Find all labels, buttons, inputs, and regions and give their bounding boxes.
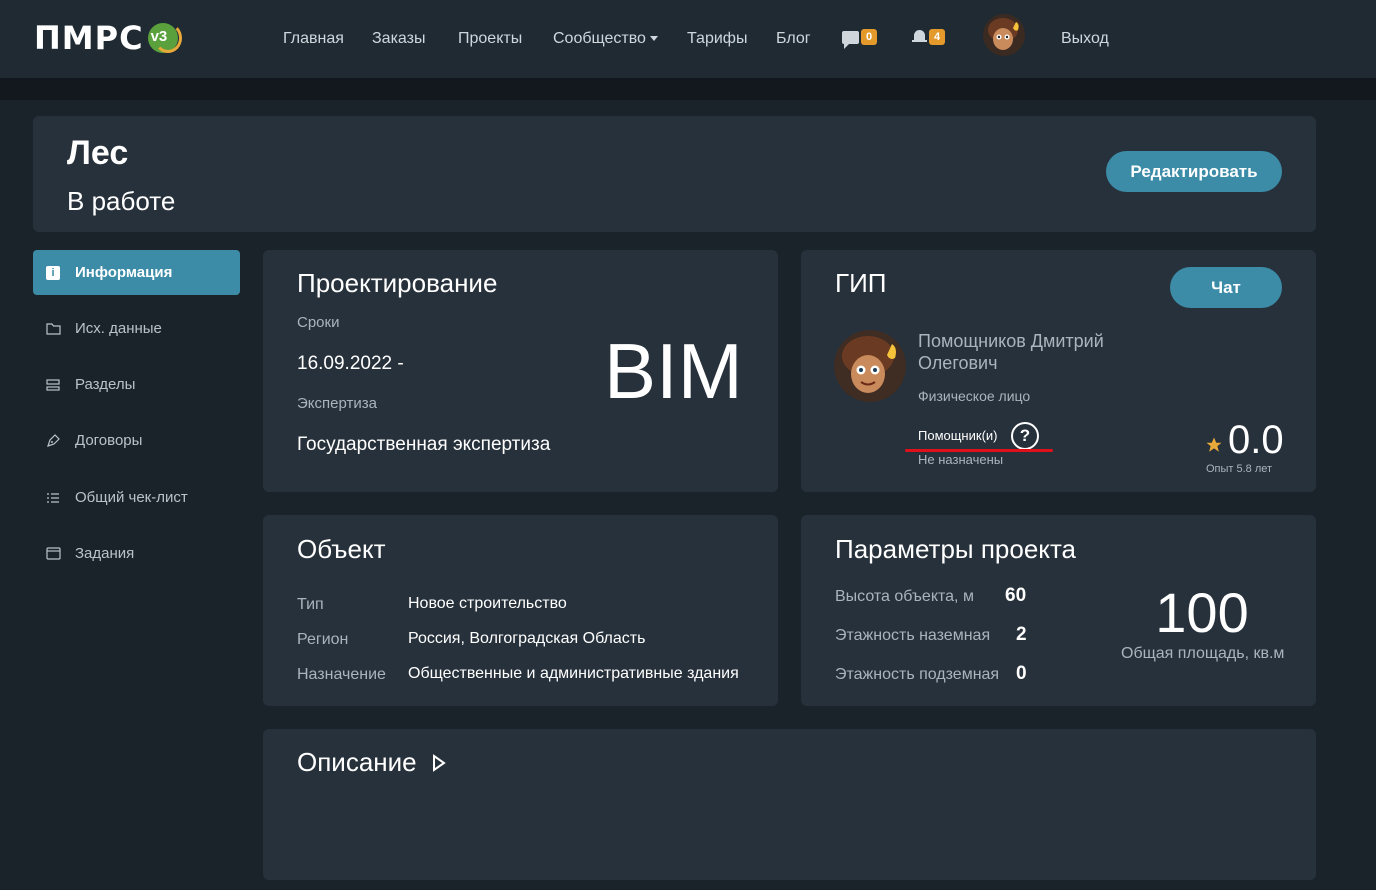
project-status: В работе [67,186,176,216]
bell-icon [912,29,927,45]
object-region-label: Регион [297,631,349,648]
sidebar-item-contracts[interactable]: Договоры [33,418,240,463]
height-value: 60 [1005,585,1027,606]
nav-projects[interactable]: Проекты [458,30,522,48]
user-avatar[interactable] [983,14,1025,56]
chat-button[interactable]: Чат [1170,267,1282,308]
description-heading: Описание [297,747,417,777]
params-heading: Параметры проекта [835,534,1077,564]
logout-link[interactable]: Выход [1061,30,1109,48]
messages-count-badge: 0 [861,29,878,45]
deadline-label: Сроки [297,314,340,331]
assistants-value: Не назначены [918,452,1004,467]
edit-button[interactable]: Редактировать [1106,151,1282,192]
nav-tariffs[interactable]: Тарифы [687,30,747,48]
chat-icon [842,30,859,49]
object-type-label: Тип [297,596,324,613]
gip-person-type: Физическое лицо [918,388,1031,404]
floors-below-value: 0 [1016,663,1027,684]
star-icon [1205,436,1223,459]
object-heading: Объект [297,534,386,564]
gip-name-line1: Помощников Дмитрий [918,331,1104,351]
gip-rating: 0.0 [1228,418,1284,462]
play-icon[interactable] [432,754,446,777]
tasks-icon [45,546,61,562]
sidebar-item-label: Задания [75,545,135,562]
sidebar-item-label: Разделы [75,376,136,393]
sidebar-item-checklist[interactable]: Общий чек-лист [33,475,240,520]
deadline-value: 16.09.2022 - [297,353,404,374]
project-title: Лес [67,134,129,172]
expertise-label: Экспертиза [297,395,377,412]
floors-above-value: 2 [1016,624,1027,645]
object-region-value: Россия, Волгоградская Область [408,630,646,647]
site-logo[interactable]: ПМРС v3 [34,22,182,54]
pen-icon [45,433,61,449]
sidebar-item-tasks[interactable]: Задания [33,531,240,576]
logo-version-badge: v3 [147,23,182,53]
sidebar-item-source-data[interactable]: Исх. данные [33,306,240,351]
gip-name-line2: Олегович [918,353,998,373]
logo-text: ПМРС [34,19,144,57]
floors-above-label: Этажность наземная [835,627,991,644]
area-label: Общая площадь, кв.м [1121,645,1285,662]
design-heading: Проектирование [297,268,498,298]
nav-orders[interactable]: Заказы [372,30,425,48]
object-type-value: Новое строительство [408,595,567,612]
description-panel [263,729,1316,880]
nav-community-dropdown[interactable]: Сообщество [553,30,658,48]
area-value: 100 [1155,581,1249,644]
notifications-count-badge: 4 [929,29,946,45]
sub-navbar [0,78,1376,100]
nav-home[interactable]: Главная [283,30,344,48]
gip-avatar[interactable] [834,330,906,402]
chevron-down-icon [649,36,658,42]
notifications-button[interactable]: 4 [912,29,946,45]
sidebar-item-label: Исх. данные [75,320,162,337]
folder-icon [45,321,61,337]
nav-blog[interactable]: Блог [776,30,811,48]
sidebar-item-label: Общий чек-лист [75,489,188,506]
sidebar-item-label: Информация [75,264,173,281]
nav-community-label: Сообщество [553,30,646,47]
expertise-value: Государственная экспертиза [297,434,551,455]
sidebar-item-info[interactable]: i Информация [33,250,240,295]
checklist-icon [45,490,61,506]
messages-button[interactable]: 0 [842,29,878,49]
gip-name[interactable]: Помощников Дмитрий Олегович [918,330,1104,374]
floors-below-label: Этажность подземная [835,666,1000,683]
sidebar-item-label: Договоры [75,432,143,449]
logo-version-text: v3 [150,28,168,45]
gip-heading: ГИП [835,268,887,298]
gip-experience: Опыт 5.8 лет [1206,463,1273,475]
help-icon[interactable]: ? [1011,422,1039,450]
info-icon: i [45,265,61,281]
height-label: Высота объекта, м [835,588,974,605]
sections-icon [45,377,61,393]
object-purpose-value: Общественные и административные здания [408,665,739,682]
assistants-label: Помощник(и) [918,428,998,443]
object-purpose-label: Назначение [297,666,386,683]
sidebar-item-sections[interactable]: Разделы [33,362,240,407]
bim-label: BIM [604,327,743,415]
